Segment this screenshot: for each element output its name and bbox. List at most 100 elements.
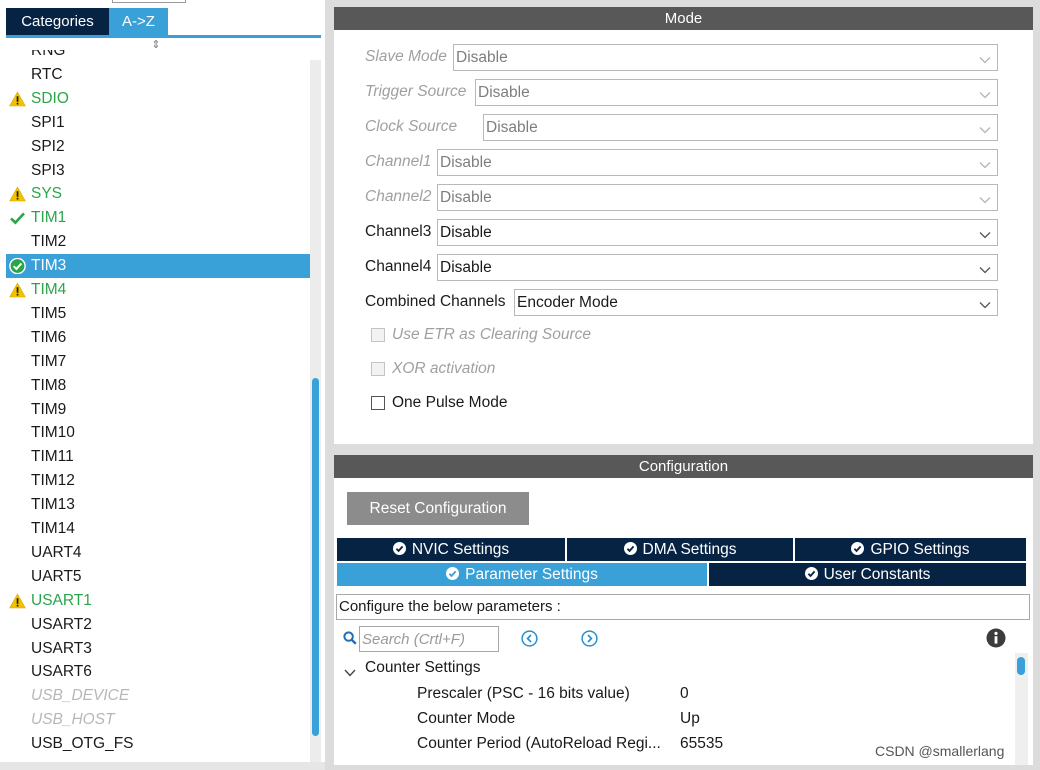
peripheral-label: TIM8: [31, 376, 67, 394]
select-value: Disable: [478, 84, 530, 101]
checkbox[interactable]: [371, 396, 385, 410]
peripheral-item[interactable]: TIM2: [6, 230, 310, 254]
select-value: Disable: [440, 259, 492, 276]
param-counter-period[interactable]: Counter Period (AutoReload Regi...: [417, 735, 661, 753]
peripheral-item[interactable]: TIM14: [6, 517, 310, 541]
tab-gpio-settings[interactable]: GPIO Settings: [795, 538, 1026, 561]
peripheral-item[interactable]: TIM8: [6, 374, 310, 398]
mode-select[interactable]: Encoder Mode: [514, 289, 998, 316]
peripheral-item[interactable]: SPI1: [6, 111, 310, 135]
peripheral-item[interactable]: UART4: [6, 541, 310, 565]
tab-parameter-settings[interactable]: Parameter Settings: [337, 563, 707, 586]
view-tabs: Categories A->Z: [6, 8, 168, 35]
warning-icon: [9, 91, 26, 107]
tab-dma-settings[interactable]: DMA Settings: [567, 538, 793, 561]
warning-icon: [9, 186, 26, 202]
peripheral-label: TIM10: [31, 424, 75, 442]
option-checkbox[interactable]: Use ETR as Clearing Source: [371, 325, 671, 345]
peripheral-item[interactable]: TIM13: [6, 493, 310, 517]
counter-settings-group[interactable]: Counter Settings: [365, 659, 480, 677]
peripheral-item[interactable]: SDIO: [6, 87, 310, 111]
peripheral-item[interactable]: USB_HOST: [6, 708, 310, 732]
peripheral-item[interactable]: USART2: [6, 613, 310, 637]
param-counter-mode-value[interactable]: Up: [680, 710, 700, 728]
peripheral-item[interactable]: USART3: [6, 637, 310, 661]
chevron-down-icon: [979, 297, 991, 309]
peripheral-label: TIM9: [31, 400, 67, 418]
peripheral-item[interactable]: TIM7: [6, 350, 310, 374]
option-checkbox[interactable]: One Pulse Mode: [371, 393, 671, 413]
peripheral-item[interactable]: TIM1: [6, 206, 310, 230]
mode-header: Mode: [334, 7, 1033, 30]
param-counter-period-value[interactable]: 65535: [680, 735, 723, 753]
param-prescaler-value[interactable]: 0: [680, 685, 689, 703]
peripheral-item[interactable]: TIM12: [6, 469, 310, 493]
tab-label: DMA Settings: [642, 541, 737, 558]
peripheral-label: USART2: [31, 615, 92, 633]
mode-panel: Mode Slave Mode Disable Trigger Source Disa…: [334, 7, 1033, 444]
prev-circle-icon[interactable]: [521, 630, 538, 647]
peripheral-item[interactable]: TIM5: [6, 302, 310, 326]
reset-configuration-button[interactable]: Reset Configuration: [347, 492, 529, 525]
tab-user-constants[interactable]: User Constants: [709, 563, 1026, 586]
peripheral-label: SYS: [31, 185, 63, 203]
peripheral-label: SDIO: [31, 89, 69, 107]
parameter-search-input[interactable]: [359, 626, 499, 652]
tab-categories[interactable]: Categories: [6, 8, 109, 35]
warning-icon: [9, 593, 26, 609]
peripheral-item[interactable]: TIM10: [6, 421, 310, 445]
checkbox[interactable]: [371, 362, 385, 376]
peripheral-item[interactable]: USB_DEVICE: [6, 684, 310, 708]
peripheral-item[interactable]: USART6: [6, 660, 310, 684]
param-prescaler[interactable]: Prescaler (PSC - 16 bits value): [417, 685, 630, 703]
search-field-edge[interactable]: [112, 0, 186, 3]
list-scrollbar-thumb[interactable]: [312, 378, 319, 736]
search-icon: [343, 631, 357, 645]
peripheral-item[interactable]: TIM6: [6, 326, 310, 350]
peripheral-label: SPI1: [31, 113, 65, 131]
chevron-down-icon: [979, 87, 991, 99]
parameter-scrollbar-thumb[interactable]: [1017, 657, 1025, 675]
peripheral-item[interactable]: TIM3: [6, 254, 310, 279]
mode-select[interactable]: Disable: [475, 79, 998, 106]
tab-label: GPIO Settings: [870, 541, 970, 558]
peripheral-item[interactable]: RTC: [6, 63, 310, 87]
info-icon[interactable]: [986, 628, 1006, 648]
next-circle-icon[interactable]: [581, 630, 598, 647]
peripheral-label: TIM13: [31, 496, 75, 514]
peripheral-item[interactable]: UART5: [6, 565, 310, 589]
select-value: Disable: [440, 154, 492, 171]
peripheral-item[interactable]: TIM4: [6, 278, 310, 302]
chevron-down-icon[interactable]: [344, 665, 356, 677]
field-label: Trigger Source: [365, 83, 467, 100]
tab-label: User Constants: [823, 566, 931, 583]
chevron-down-icon: [979, 122, 991, 134]
tab-a-to-z[interactable]: A->Z: [109, 8, 168, 35]
field-label: Channel4: [365, 258, 432, 275]
chevron-down-icon: [979, 192, 991, 204]
mode-select[interactable]: Disable: [437, 184, 998, 211]
peripheral-item[interactable]: USART1: [6, 589, 310, 613]
select-value: Encoder Mode: [517, 294, 618, 311]
peripheral-label: RNG: [31, 50, 66, 59]
tab-label: Parameter Settings: [465, 566, 598, 583]
check-circle-icon: [392, 539, 406, 555]
mode-select[interactable]: Disable: [437, 219, 998, 246]
tab-nvic-settings[interactable]: NVIC Settings: [337, 538, 565, 561]
mode-select[interactable]: Disable: [437, 254, 998, 281]
peripheral-item[interactable]: SYS: [6, 182, 310, 206]
check-circle-icon: [623, 539, 637, 555]
peripheral-item[interactable]: SPI2: [6, 135, 310, 159]
peripheral-item[interactable]: TIM9: [6, 398, 310, 422]
checkbox[interactable]: [371, 328, 385, 342]
peripheral-item[interactable]: TIM11: [6, 445, 310, 469]
mode-select[interactable]: Disable: [483, 114, 998, 141]
option-checkbox[interactable]: XOR activation: [371, 359, 671, 379]
peripheral-label: TIM7: [31, 352, 67, 370]
peripheral-item[interactable]: SPI3: [6, 159, 310, 183]
peripheral-item[interactable]: USB_OTG_FS: [6, 732, 310, 756]
peripheral-item[interactable]: RNG: [6, 50, 310, 63]
mode-select[interactable]: Disable: [437, 149, 998, 176]
mode-select[interactable]: Disable: [453, 44, 998, 71]
param-counter-mode[interactable]: Counter Mode: [417, 710, 515, 728]
